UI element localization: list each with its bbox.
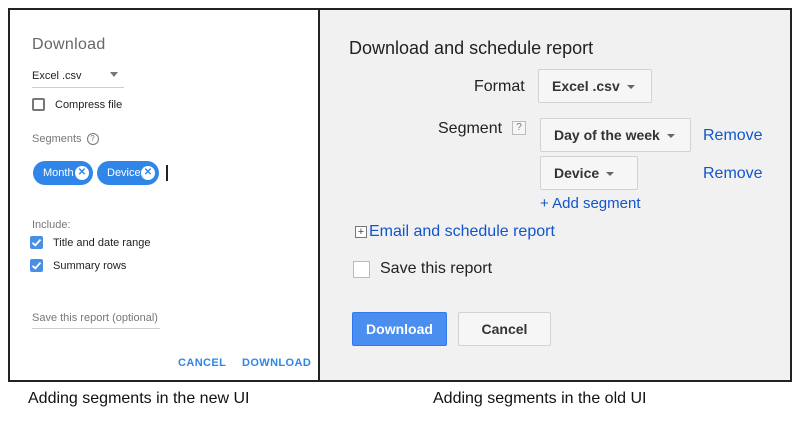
- segments-label: Segments: [32, 133, 82, 145]
- new-dialog-title: Download: [32, 36, 106, 53]
- format-dropdown-value: Excel .csv: [552, 78, 620, 94]
- save-report-option[interactable]: Save this report: [353, 260, 492, 278]
- save-report-label: Save this report: [380, 260, 493, 277]
- text-caret[interactable]: [166, 165, 168, 181]
- include-option-label: Summary rows: [53, 259, 127, 272]
- panel-divider: [318, 8, 320, 382]
- compress-file-option[interactable]: Compress file: [32, 98, 122, 111]
- save-report-input[interactable]: Save this report (optional): [32, 312, 162, 324]
- cancel-button[interactable]: CANCEL: [178, 357, 226, 369]
- include-title-date-option[interactable]: Title and date range: [30, 236, 150, 249]
- checkbox-checked-icon[interactable]: [30, 236, 43, 249]
- caption-new-ui: Adding segments in the new UI: [28, 390, 250, 407]
- segment-chip-list: Month ✕ Device ✕: [33, 161, 159, 185]
- old-dialog-title: Download and schedule report: [349, 38, 594, 58]
- download-button[interactable]: Download: [352, 312, 447, 346]
- format-select[interactable]: Excel .csv: [32, 66, 126, 88]
- save-report-checkbox[interactable]: [353, 260, 370, 278]
- format-label: Format: [474, 78, 525, 95]
- help-icon[interactable]: ?: [512, 121, 526, 135]
- help-icon[interactable]: ?: [86, 133, 99, 145]
- chevron-down-icon: [606, 172, 615, 176]
- format-select-value: Excel .csv: [32, 70, 82, 82]
- include-summary-rows-option[interactable]: Summary rows: [30, 259, 126, 272]
- email-schedule-toggle[interactable]: + Email and schedule report: [355, 223, 555, 241]
- compress-file-checkbox[interactable]: [32, 98, 45, 111]
- remove-segment-link[interactable]: Remove: [703, 127, 763, 145]
- save-report-underline: [32, 328, 160, 329]
- chip-label: Month: [43, 167, 74, 179]
- email-schedule-link[interactable]: Email and schedule report: [369, 223, 555, 241]
- remove-segment-link[interactable]: Remove: [703, 165, 763, 183]
- segment-dropdown-value: Day of the week: [554, 127, 660, 143]
- chevron-down-icon: [626, 85, 635, 89]
- segment-chip-month[interactable]: Month ✕: [33, 161, 93, 185]
- segment-dropdown-day-of-week[interactable]: Day of the week: [540, 118, 691, 152]
- compress-file-label: Compress file: [55, 98, 123, 111]
- segment-chip-device[interactable]: Device ✕: [97, 161, 159, 185]
- segments-heading: Segments ?: [32, 133, 99, 145]
- chevron-down-icon: [110, 72, 118, 77]
- segment-dropdown-value: Device: [554, 165, 600, 181]
- include-option-label: Title and date range: [53, 236, 151, 249]
- segment-label: Segment: [438, 120, 503, 137]
- format-dropdown[interactable]: Excel .csv: [538, 69, 652, 103]
- chip-label: Device: [107, 167, 141, 179]
- checkbox-checked-icon[interactable]: [30, 259, 43, 272]
- include-label: Include:: [32, 219, 71, 231]
- caption-old-ui: Adding segments in the old UI: [433, 390, 647, 407]
- cancel-button[interactable]: Cancel: [458, 312, 551, 346]
- segment-dropdown-device[interactable]: Device: [540, 156, 638, 190]
- close-icon[interactable]: ✕: [141, 166, 155, 180]
- download-button[interactable]: DOWNLOAD: [242, 357, 311, 369]
- format-select-underline: [32, 87, 124, 88]
- chevron-down-icon: [666, 134, 675, 138]
- close-icon[interactable]: ✕: [75, 166, 89, 180]
- expand-plus-icon: +: [355, 226, 367, 238]
- add-segment-link[interactable]: + Add segment: [540, 195, 641, 212]
